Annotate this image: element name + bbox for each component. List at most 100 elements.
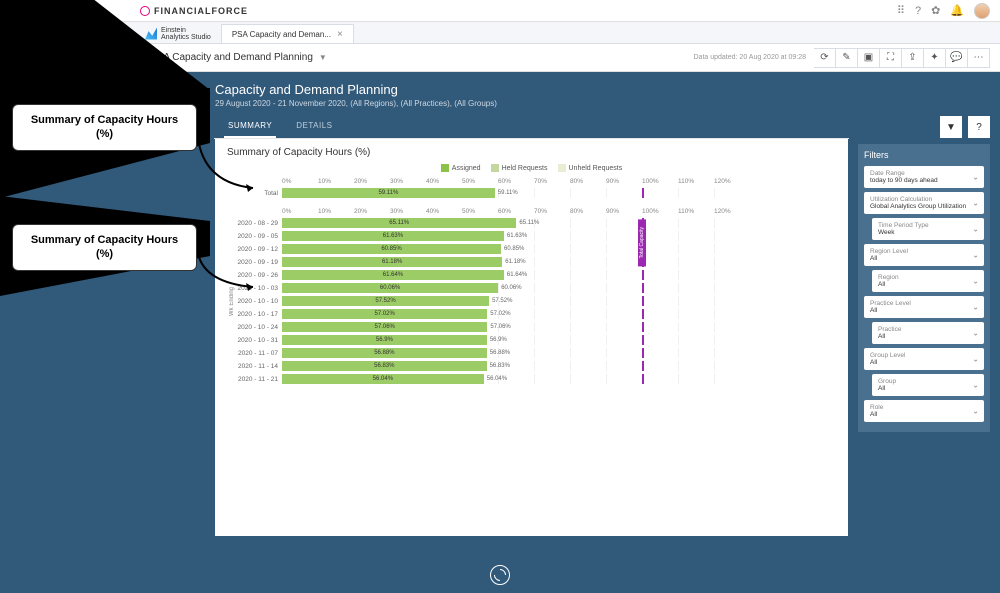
grid-line xyxy=(678,335,679,345)
filter-region[interactable]: RegionAll⌄ xyxy=(872,270,984,292)
bar-assigned[interactable]: 57.06% xyxy=(282,322,487,332)
filter-role[interactable]: RoleAll⌄ xyxy=(864,400,984,422)
axis-tick: 60% xyxy=(498,178,534,185)
tab-label: PSA Capacity and Deman... xyxy=(232,30,331,39)
bar-track: 56.83%56.83% xyxy=(282,361,836,371)
filter-date-range[interactable]: Date Rangetoday to 90 days ahead⌄ xyxy=(864,166,984,188)
chevron-down-icon: ⌄ xyxy=(972,277,979,286)
edit-button[interactable]: ✎ xyxy=(836,48,858,68)
grid-line xyxy=(534,296,535,306)
filter-label: Practice Level xyxy=(870,300,978,307)
axis-tick: 40% xyxy=(426,178,462,185)
bar-row: 2020 - 10 - 2457.06%57.06% xyxy=(227,321,836,333)
bar-assigned[interactable]: 60.06% xyxy=(282,283,498,293)
axis-tick: 100% xyxy=(642,208,678,215)
grid-line xyxy=(678,270,679,280)
grid-line xyxy=(570,374,571,384)
grid-line xyxy=(606,231,607,241)
bar-row: 2020 - 11 - 1456.83%56.83% xyxy=(227,360,836,372)
bar-assigned[interactable]: 56.04% xyxy=(282,374,484,384)
filters-panel: Filters Date Rangetoday to 90 days ahead… xyxy=(858,144,990,432)
filter-group[interactable]: GroupAll⌄ xyxy=(872,374,984,396)
axis-tick: 60% xyxy=(498,208,534,215)
bar-assigned[interactable]: 65.11% xyxy=(282,218,516,228)
filter-value: All xyxy=(878,385,978,392)
grid-line xyxy=(678,231,679,241)
grid-line xyxy=(570,270,571,280)
axis-tick: 10% xyxy=(318,178,354,185)
settings-gear-icon[interactable]: ✿ xyxy=(931,4,940,17)
grid-line xyxy=(714,231,715,241)
filter-utilization-calculation[interactable]: Utilization CalculationGlobal Analytics … xyxy=(864,192,984,214)
tab-details[interactable]: DETAILS xyxy=(292,115,336,138)
app-launcher-icon[interactable]: ⠿ xyxy=(897,4,905,17)
grid-line xyxy=(606,257,607,267)
bar-row: 2020 - 10 - 1057.52%57.52% xyxy=(227,295,836,307)
more-button[interactable]: ⋯ xyxy=(968,48,990,68)
chevron-down-icon: ⌄ xyxy=(972,355,979,364)
legend-label: Assigned xyxy=(452,165,481,172)
axis-tick: 80% xyxy=(570,208,606,215)
bar-assigned[interactable]: 56.83% xyxy=(282,361,487,371)
studio-home-tab[interactable]: Einstein Analytics Studio xyxy=(135,24,221,43)
filter-time-period-type[interactable]: Time Period TypeWeek⌄ xyxy=(872,218,984,240)
close-icon[interactable]: × xyxy=(337,29,343,40)
subscribe-button[interactable]: ✦ xyxy=(924,48,946,68)
filter-practice-level[interactable]: Practice LevelAll⌄ xyxy=(864,296,984,318)
axis-tick: 70% xyxy=(534,178,570,185)
bar-assigned[interactable]: 56.9% xyxy=(282,335,487,345)
grid-line xyxy=(570,257,571,267)
bar-assigned[interactable]: 61.64% xyxy=(282,270,504,280)
bar-value-label: 61.18% xyxy=(505,257,525,267)
x-axis: 0%10%20%30%40%50%60%70%80%90%100%110%120… xyxy=(282,178,836,185)
chevron-down-icon: ⌄ xyxy=(972,329,979,338)
help-icon[interactable]: ? xyxy=(915,5,921,17)
bar-assigned[interactable]: 56.88% xyxy=(282,348,487,358)
axis-tick: 110% xyxy=(678,208,714,215)
grid-line xyxy=(606,374,607,384)
bar-assigned[interactable]: 57.52% xyxy=(282,296,489,306)
axis-tick: 20% xyxy=(354,178,390,185)
bar-row: 2020 - 09 - 1260.85%60.85% xyxy=(227,243,836,255)
grid-line xyxy=(678,244,679,254)
help-button[interactable]: ? xyxy=(968,116,990,138)
filter-value: All xyxy=(878,333,978,340)
legend-swatch-unheld xyxy=(558,164,566,172)
grid-line xyxy=(606,188,607,198)
filter-toggle-button[interactable]: ▼ xyxy=(940,116,962,138)
bar-assigned[interactable]: 59.11% xyxy=(282,188,495,198)
filter-group-level[interactable]: Group LevelAll⌄ xyxy=(864,348,984,370)
grid-line xyxy=(570,361,571,371)
chevron-down-icon[interactable]: ▼ xyxy=(319,53,327,62)
chevron-down-icon: ⌄ xyxy=(972,407,979,416)
grid-line xyxy=(678,283,679,293)
bar-assigned[interactable]: 57.02% xyxy=(282,309,487,319)
grid-line xyxy=(606,270,607,280)
comment-button[interactable]: 💬 xyxy=(946,48,968,68)
grid-line xyxy=(534,374,535,384)
grid-line xyxy=(534,244,535,254)
dashboard-tab[interactable]: PSA Capacity and Deman... × xyxy=(221,24,354,43)
notifications-bell-icon[interactable]: 🔔 xyxy=(950,4,964,17)
save-button[interactable]: ▣ xyxy=(858,48,880,68)
filter-practice[interactable]: PracticeAll⌄ xyxy=(872,322,984,344)
filter-region-level[interactable]: Region LevelAll⌄ xyxy=(864,244,984,266)
page-title: Capacity and Demand Planning xyxy=(215,82,1000,97)
bar-assigned[interactable]: 60.85% xyxy=(282,244,501,254)
grid-line xyxy=(714,188,715,198)
refresh-button[interactable]: ⟳ xyxy=(814,48,836,68)
present-button[interactable]: ⛶ xyxy=(880,48,902,68)
bar-value-label: 56.9% xyxy=(490,335,507,345)
bar-category-label: 2020 - 08 - 29 xyxy=(227,220,282,227)
user-avatar[interactable] xyxy=(974,3,990,19)
bar-assigned[interactable]: 61.18% xyxy=(282,257,502,267)
axis-tick: 90% xyxy=(606,208,642,215)
axis-tick: 80% xyxy=(570,178,606,185)
filter-label: Group xyxy=(878,378,978,385)
chart-panel: SUMMARY DETAILS Summary of Capacity Hour… xyxy=(215,116,848,536)
capacity-line xyxy=(642,188,644,198)
grid-line xyxy=(570,188,571,198)
grid-line xyxy=(678,309,679,319)
bar-assigned[interactable]: 61.63% xyxy=(282,231,504,241)
share-button[interactable]: ⇪ xyxy=(902,48,924,68)
